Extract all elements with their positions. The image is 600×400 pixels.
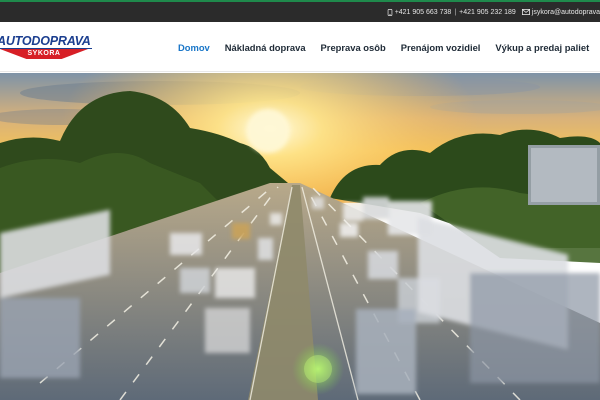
phone-number-2[interactable]: +421 905 232 189 — [459, 9, 516, 16]
hero-image-highway — [0, 73, 600, 400]
hero-banner — [0, 73, 600, 400]
envelope-icon — [521, 9, 530, 15]
logo-main-text: AUTODOPRAVA — [0, 34, 91, 48]
top-contact-bar: +421 905 663 738 | +421 905 232 189 jsyk… — [0, 0, 600, 22]
logo-underline — [0, 48, 92, 49]
email-address[interactable]: jsykora@autodoprava — [532, 9, 600, 16]
nav-item-domov[interactable]: Domov — [178, 42, 210, 53]
phone-separator: | — [454, 8, 457, 16]
site-logo[interactable]: AUTODOPRAVA SYKORA — [0, 34, 92, 62]
logo-sub-text: SYKORA — [0, 49, 88, 59]
nav-item-vykup-paliet[interactable]: Výkup a predaj paliet — [495, 42, 589, 53]
nav-item-nakladna-doprava[interactable]: Nákladná doprava — [225, 42, 306, 53]
email-contact[interactable]: jsykora@autodoprava — [521, 9, 600, 16]
phone-icon — [387, 8, 392, 16]
phone-number-1[interactable]: +421 905 663 738 — [395, 9, 452, 16]
nav-item-preprava-osob[interactable]: Preprava osôb — [321, 42, 386, 53]
main-navigation: Domov Nákladná doprava Preprava osôb Pre… — [178, 22, 589, 72]
site-header: AUTODOPRAVA SYKORA Domov Nákladná doprav… — [0, 22, 600, 72]
phone-contact[interactable]: +421 905 663 738 — [387, 8, 452, 16]
nav-item-prenajom-vozidiel[interactable]: Prenájom vozidiel — [401, 42, 481, 53]
